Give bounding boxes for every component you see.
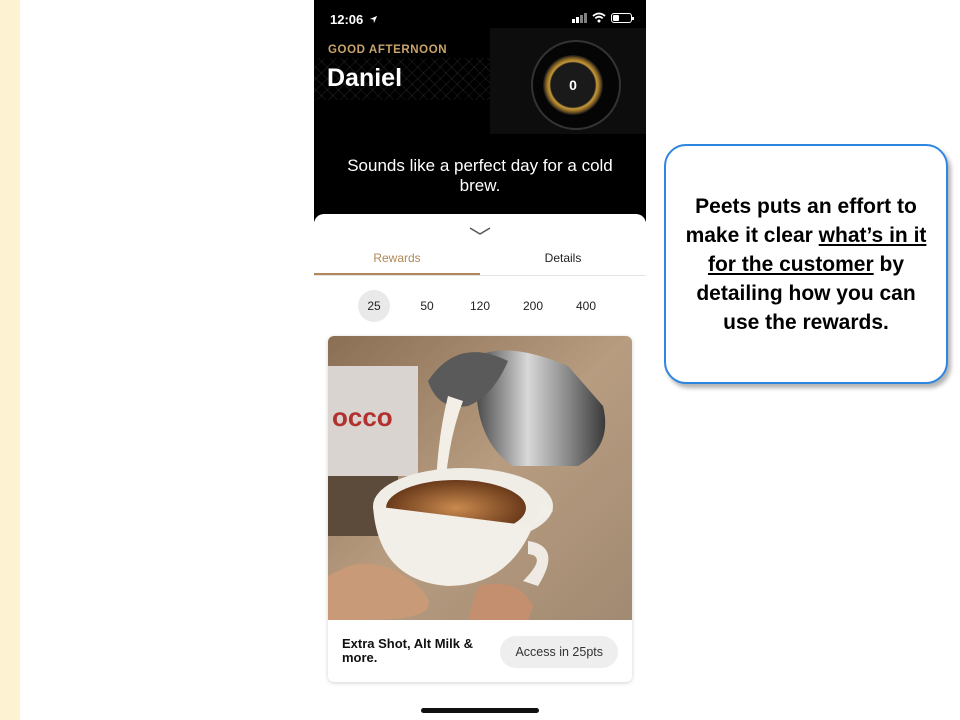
status-time: 12:06 — [330, 12, 378, 27]
latte-pour-image: occo — [328, 336, 632, 620]
header-hero: 12:06 GOOD AFTERNOON Daniel 0 Sounds lik… — [314, 0, 646, 222]
signal-icon — [572, 12, 587, 23]
home-indicator[interactable] — [421, 708, 539, 713]
machine-brand-text: occo — [332, 402, 393, 432]
callout-box: Peets puts an effort to make it clear wh… — [664, 144, 948, 384]
status-icons — [572, 12, 634, 23]
callout-text: Peets puts an effort to make it clear wh… — [681, 192, 931, 337]
reward-card[interactable]: occo Extra Shot, Alt Milk & more. Access… — [328, 336, 632, 682]
tier-25[interactable]: 25 — [358, 290, 390, 322]
location-arrow-icon — [369, 15, 377, 24]
greeting-label: GOOD AFTERNOON — [328, 44, 448, 56]
tab-bar: Rewards Details — [314, 244, 646, 276]
status-time-text: 12:06 — [330, 12, 364, 27]
reward-title: Extra Shot, Alt Milk & more. — [342, 636, 473, 665]
access-button[interactable]: Access in 25pts — [500, 636, 618, 668]
weather-message: Sounds like a perfect day for a cold bre… — [347, 156, 613, 195]
chevron-down-icon[interactable] — [469, 226, 491, 236]
tier-selector: 25 50 120 200 400 — [358, 290, 623, 322]
slide-accent-stripe — [0, 0, 20, 720]
tier-120[interactable]: 120 — [464, 290, 496, 322]
tab-details[interactable]: Details — [480, 244, 646, 275]
tier-200[interactable]: 200 — [517, 290, 549, 322]
user-name: Daniel — [327, 64, 403, 92]
battery-icon — [611, 12, 634, 23]
tier-400[interactable]: 400 — [570, 290, 602, 322]
tab-rewards[interactable]: Rewards — [314, 244, 480, 275]
points-value: 0 — [569, 77, 577, 93]
rewards-sheet: Rewards Details 25 50 120 200 400 occo E… — [314, 214, 646, 720]
wifi-icon — [592, 12, 606, 23]
phone-screen: 12:06 GOOD AFTERNOON Daniel 0 Sounds lik… — [314, 0, 646, 720]
tier-50[interactable]: 50 — [411, 290, 443, 322]
